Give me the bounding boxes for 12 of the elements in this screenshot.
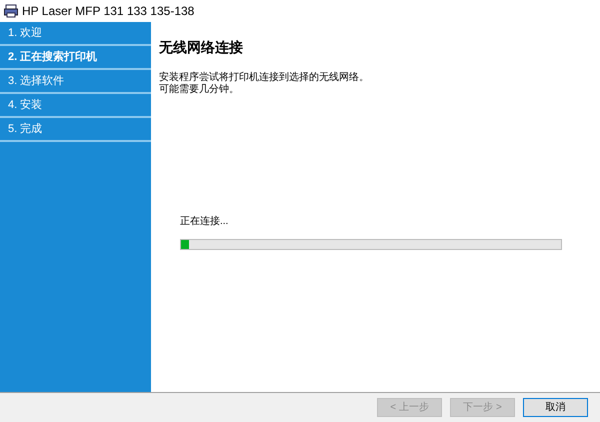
wizard-button[interactable]: 取消	[523, 398, 588, 417]
step-item: 4. 安装	[0, 94, 151, 118]
printer-icon	[4, 4, 18, 18]
step-item: 3. 选择软件	[0, 70, 151, 94]
description-text: 安装程序尝试将打印机连接到选择的无线网络。	[159, 72, 370, 84]
step-item: 2. 正在搜索打印机	[0, 46, 151, 70]
page-heading: 无线网络连接	[159, 38, 244, 57]
step-item: 1. 欢迎	[0, 22, 151, 46]
step-item: 5. 完成	[0, 118, 151, 142]
window-title: HP Laser MFP 131 133 135-138	[22, 3, 194, 20]
description-text: 可能需要几分钟。	[159, 84, 240, 96]
status-text: 正在连接...	[180, 214, 230, 229]
